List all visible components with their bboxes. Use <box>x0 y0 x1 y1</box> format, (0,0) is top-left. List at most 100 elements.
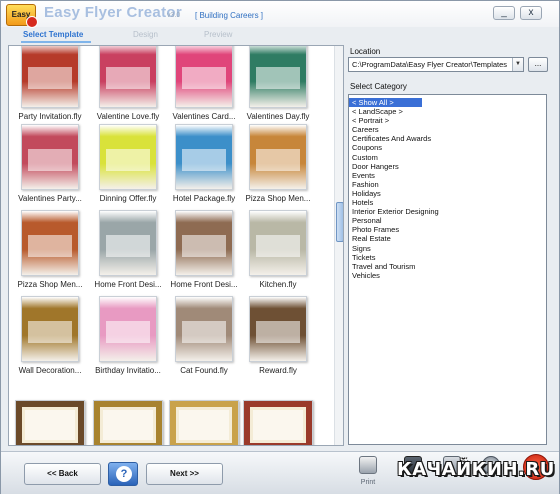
location-value: C:\ProgramData\Easy Flyer Creator\Templa… <box>352 60 508 69</box>
print-label: Print <box>360 479 376 486</box>
frame-thumbnail <box>93 400 163 445</box>
template-grid: Party Invitation.fly Valentine Love.fly Va… <box>8 45 344 446</box>
category-item[interactable]: < Show All > <box>349 98 422 108</box>
template-label: Birthday Invitatio... <box>95 366 161 375</box>
step-select-template[interactable]: Select Template <box>23 30 83 39</box>
category-label: Select Category <box>350 82 407 91</box>
scrollbar-thumb[interactable] <box>336 202 343 242</box>
home-front-design-thumbnail <box>99 210 157 276</box>
template-label: Hotel Package.fly <box>172 194 236 203</box>
template-tile[interactable]: Party Invitation.fly <box>13 46 87 126</box>
template-tile[interactable]: Pizza Shop Men... <box>241 124 315 208</box>
watermark-text: КАЧАЙКИН.RU <box>397 459 555 480</box>
category-item[interactable]: Holidays <box>349 189 546 198</box>
frame-thumbnail <box>243 400 313 445</box>
category-item[interactable]: Tickets <box>349 253 546 262</box>
category-item[interactable]: Fashion <box>349 180 546 189</box>
template-tile[interactable]: Reward.fly <box>241 296 315 380</box>
template-tile[interactable]: Cat Found.fly <box>167 296 241 380</box>
category-item[interactable]: Interior Exterior Designing <box>349 207 546 216</box>
category-item[interactable]: Coupons <box>349 143 546 152</box>
category-item[interactable]: Photo Frames <box>349 225 546 234</box>
close-button[interactable]: x <box>520 6 542 20</box>
cat-found-thumbnail <box>175 296 233 362</box>
template-label: Reward.fly <box>259 366 297 375</box>
template-tile[interactable]: Wall Decoration... <box>13 296 87 380</box>
minimize-button[interactable]: _ <box>493 6 515 20</box>
logo-badge-icon <box>26 16 38 28</box>
template-tile[interactable]: Pizza Shop Men... <box>13 210 87 294</box>
active-step-indicator <box>21 41 91 43</box>
category-item[interactable]: < LandScape > <box>349 107 546 116</box>
chevron-down-icon[interactable]: ▼ <box>512 58 523 71</box>
next-button[interactable]: Next >> <box>146 463 223 485</box>
template-tile[interactable]: Valentine Love.fly <box>91 46 165 126</box>
back-button[interactable]: << Back <box>24 463 101 485</box>
birthday-invitation-thumbnail <box>99 296 157 362</box>
frame-thumbnail <box>15 400 85 445</box>
party-invitation-thumbnail <box>21 46 79 108</box>
template-tile[interactable] <box>91 386 165 445</box>
template-tile[interactable]: Dinning Offer.fly <box>91 124 165 208</box>
location-label: Location <box>350 47 381 56</box>
category-item[interactable]: Door Hangers <box>349 162 546 171</box>
category-item[interactable]: Vehicles <box>349 271 546 280</box>
valentines-day-thumbnail <box>249 46 307 108</box>
step-preview[interactable]: Preview <box>204 30 232 39</box>
app-title: Easy Flyer Creator <box>44 4 182 21</box>
template-tile[interactable] <box>241 386 315 445</box>
template-label: Pizza Shop Men... <box>245 194 311 203</box>
template-scrollbar[interactable] <box>334 46 343 445</box>
template-label: Party Invitation.fly <box>18 112 82 121</box>
print-tool[interactable]: Print <box>354 456 382 492</box>
template-label: Valentine Love.fly <box>96 112 160 121</box>
category-item[interactable]: Hotels <box>349 198 546 207</box>
category-item[interactable]: Real Estate <box>349 234 546 243</box>
category-item[interactable]: < Portrait > <box>349 116 546 125</box>
template-tile[interactable]: Valentines Party... <box>13 124 87 208</box>
template-tile[interactable] <box>167 386 241 445</box>
valentines-card-thumbnail <box>175 46 233 108</box>
template-label: Dinning Offer.fly <box>99 194 157 203</box>
category-item[interactable]: Careers <box>349 125 546 134</box>
valentine-love-thumbnail <box>99 46 157 108</box>
browse-button[interactable]: ... <box>528 57 548 72</box>
frame-thumbnail <box>169 400 239 445</box>
dinning-offer-thumbnail <box>99 124 157 190</box>
title-bar: Easy Easy Flyer Creator v3.0 [ Building … <box>1 1 559 28</box>
category-item[interactable]: Events <box>349 171 546 180</box>
template-tile[interactable] <box>13 386 87 445</box>
wall-decoration-thumbnail <box>21 296 79 362</box>
template-tile[interactable]: Valentines Card... <box>167 46 241 126</box>
location-dropdown[interactable]: C:\ProgramData\Easy Flyer Creator\Templa… <box>348 57 524 72</box>
printer-icon <box>359 456 377 474</box>
home-front-design-thumbnail <box>175 210 233 276</box>
category-item[interactable]: Personal <box>349 216 546 225</box>
template-label: Home Front Desi... <box>170 280 238 289</box>
template-tile[interactable]: Birthday Invitatio... <box>91 296 165 380</box>
pizza-shop-menu-thumbnail <box>21 210 79 276</box>
app-context-label: [ Building Careers ] <box>195 11 264 20</box>
category-item[interactable]: Travel and Tourism <box>349 262 546 271</box>
wizard-steps: Select Template Design Preview <box>1 28 559 44</box>
template-tile[interactable]: Hotel Package.fly <box>167 124 241 208</box>
template-tile[interactable]: Valentines Day.fly <box>241 46 315 126</box>
reward-thumbnail <box>249 296 307 362</box>
template-tile[interactable]: Home Front Desi... <box>91 210 165 294</box>
category-item[interactable]: Certificates And Awards <box>349 134 546 143</box>
app-window: Easy Easy Flyer Creator v3.0 [ Building … <box>0 0 560 494</box>
help-button[interactable]: ? <box>108 462 138 486</box>
app-version: v3.0 <box>167 12 181 19</box>
template-label: Wall Decoration... <box>18 366 82 375</box>
pizza-shop-menu-thumbnail <box>249 124 307 190</box>
template-label: Kitchen.fly <box>259 280 297 289</box>
category-item[interactable]: Signs <box>349 244 546 253</box>
help-icon: ? <box>116 466 132 482</box>
category-list[interactable]: < Show All > < LandScape > < Portrait > Car… <box>348 94 547 445</box>
category-item[interactable]: Custom <box>349 153 546 162</box>
template-label: Home Front Desi... <box>94 280 162 289</box>
template-label: Valentines Card... <box>172 112 236 121</box>
template-tile[interactable]: Kitchen.fly <box>241 210 315 294</box>
template-tile[interactable]: Home Front Desi... <box>167 210 241 294</box>
step-design[interactable]: Design <box>133 30 158 39</box>
